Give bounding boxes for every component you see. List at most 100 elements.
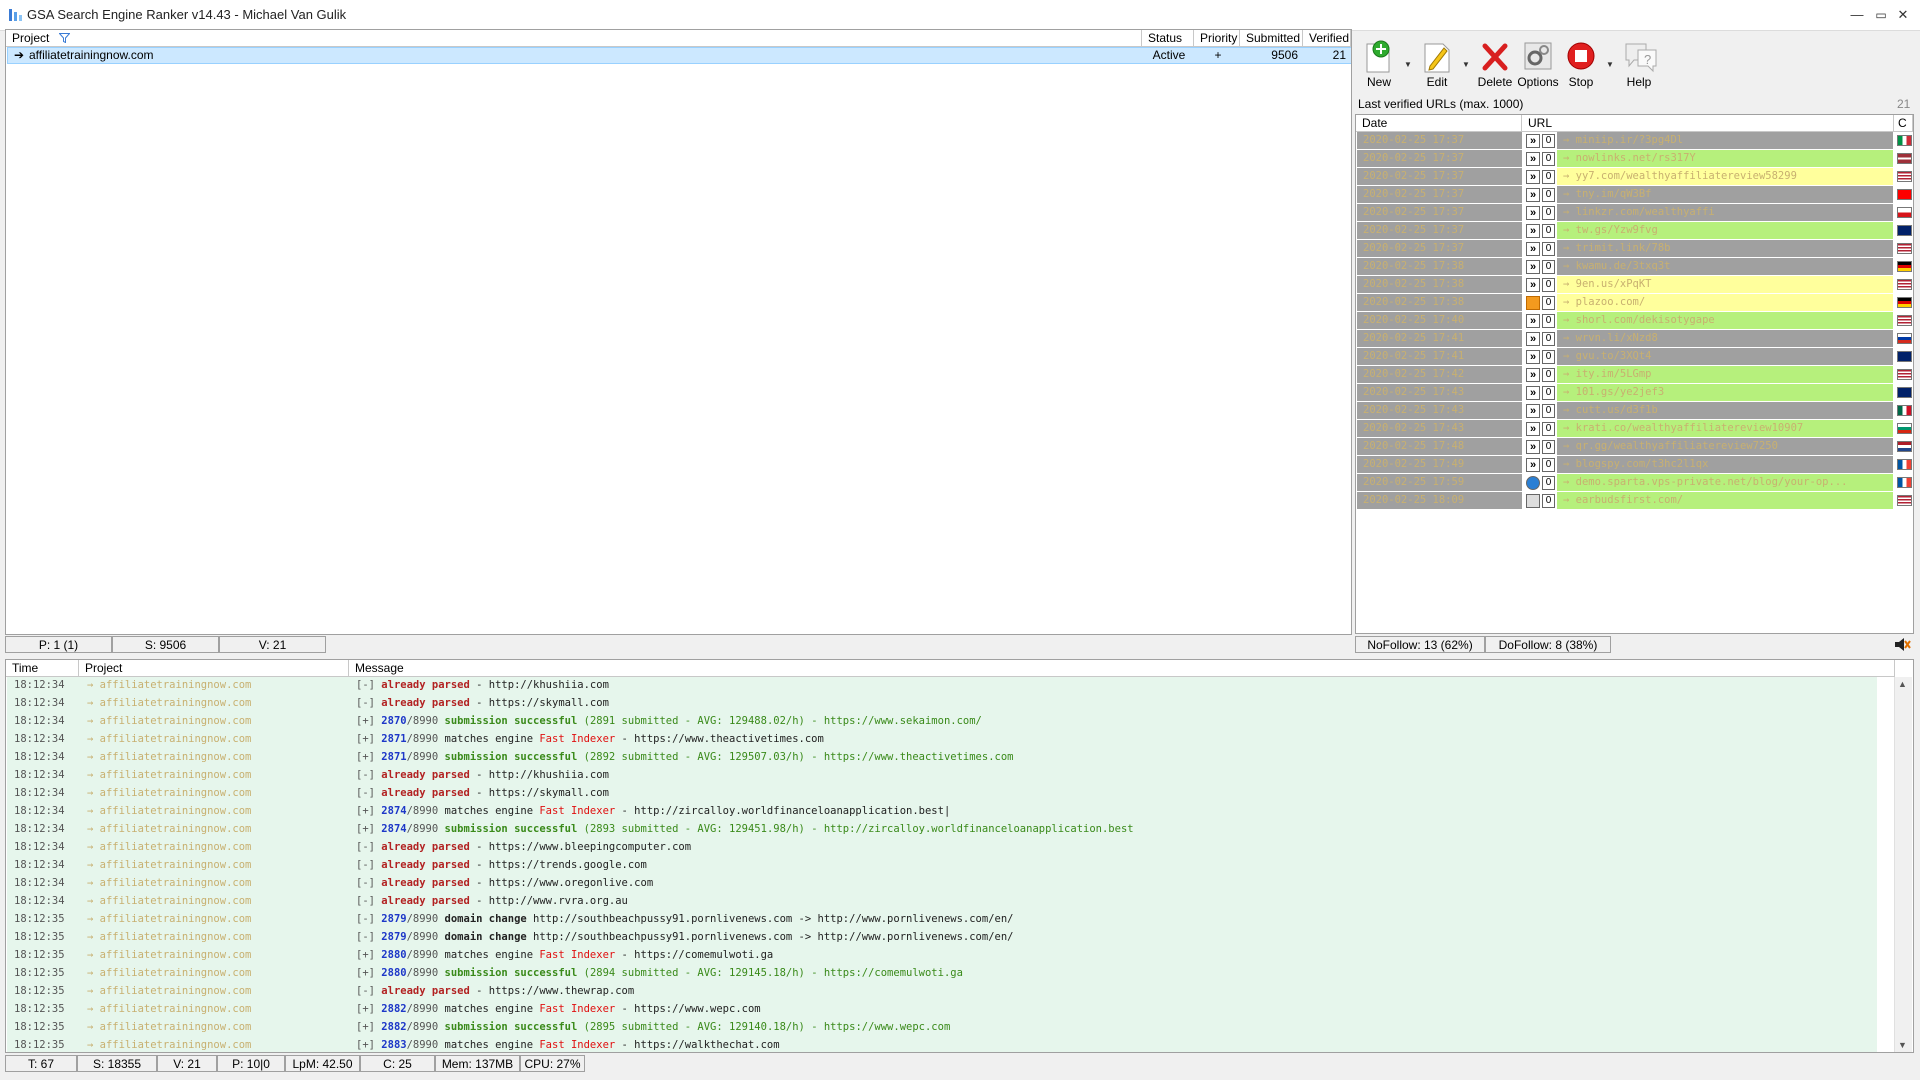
- stop-dropdown-icon[interactable]: ▼: [1606, 60, 1614, 69]
- log-message-part: - https://skymall.com: [469, 787, 609, 799]
- url-text[interactable]: → kwamu.de/3txq3t: [1563, 260, 1670, 272]
- url-text[interactable]: → earbudsfirst.com/: [1563, 494, 1683, 506]
- url-row[interactable]: 2020-02-25 17:37 » 0 → linkzr.com/wealthyaf…: [1357, 204, 1913, 222]
- log-row: 18:12:35 → affiliatetrainingnow.com [-] 28…: [7, 929, 1877, 947]
- url-row[interactable]: 2020-02-25 17:37 » 0 → tw.gs/Yzw9fvg: [1357, 222, 1913, 240]
- options-button[interactable]: Options: [1515, 40, 1561, 89]
- log-message-part: (2895 submitted - AVG: 129140.18/h) - ht…: [577, 1021, 951, 1033]
- url-text[interactable]: → gvu.to/3XQt4: [1563, 350, 1652, 362]
- url-text[interactable]: → yy7.com/wealthyaffiliatereview58299: [1563, 170, 1797, 182]
- url-row[interactable]: 2020-02-25 17:43 » 0 → 101.gs/ye2jef3: [1357, 384, 1913, 402]
- new-button[interactable]: New: [1356, 40, 1402, 89]
- url-text[interactable]: → cutt.us/d3f1b: [1563, 404, 1658, 416]
- filter-icon[interactable]: [58, 33, 71, 44]
- log-message-part: matches engine: [444, 733, 540, 745]
- url-row[interactable]: 2020-02-25 17:43 » 0 → cutt.us/d3f1b: [1357, 402, 1913, 420]
- url-row[interactable]: 2020-02-25 17:37 » 0 → tny.im/qW3Bf: [1357, 186, 1913, 204]
- dofollow-count: DoFollow: 8 (38%): [1485, 636, 1611, 653]
- url-row[interactable]: 2020-02-25 17:38 » 0 → kwamu.de/3txq3t: [1357, 258, 1913, 276]
- log-project: → affiliatetrainingnow.com: [87, 715, 252, 727]
- flag-mexico-icon: [1897, 405, 1912, 416]
- delete-button[interactable]: Delete: [1472, 40, 1518, 89]
- url-row[interactable]: 2020-02-25 17:37 » 0 → yy7.com/wealthyaffil…: [1357, 168, 1913, 186]
- column-header-project[interactable]: Project: [6, 30, 1142, 47]
- edit-button[interactable]: Edit: [1414, 40, 1460, 89]
- url-row[interactable]: 2020-02-25 17:49 » 0 → blogspy.com/t3hc2l1q…: [1357, 456, 1913, 474]
- url-row[interactable]: 2020-02-25 17:42 » 0 → ity.im/5LGmp: [1357, 366, 1913, 384]
- url-text[interactable]: → qr.gg/wealthyaffiliatereview7250: [1563, 440, 1778, 452]
- scroll-down-icon[interactable]: ▼: [1898, 1040, 1907, 1050]
- double-chevron-icon: »: [1526, 242, 1540, 256]
- url-row[interactable]: 2020-02-25 17:41 » 0 → gvu.to/3XQt4: [1357, 348, 1913, 366]
- url-row[interactable]: 2020-02-25 17:43 » 0 → krati.co/wealthyaffi…: [1357, 420, 1913, 438]
- zero-badge-icon: 0: [1542, 170, 1555, 184]
- log-message: [-] already parsed - http://khushiia.com: [356, 769, 609, 781]
- url-text[interactable]: → demo.sparta.vps-private.net/blog/your-…: [1563, 476, 1847, 488]
- url-row[interactable]: 2020-02-25 18:09 0 → earbudsfirst.com/: [1357, 492, 1913, 510]
- url-text[interactable]: → blogspy.com/t3hc2l1qx: [1563, 458, 1708, 470]
- stop-button[interactable]: Stop: [1558, 40, 1604, 89]
- log-message-part: (2891 submitted - AVG: 129488.02/h) - ht…: [577, 715, 982, 727]
- zero-badge-icon: 0: [1542, 206, 1555, 220]
- url-text[interactable]: → miniip.ir/?3pg4Dl: [1563, 134, 1683, 146]
- url-text[interactable]: → ity.im/5LGmp: [1563, 368, 1652, 380]
- column-header-submitted[interactable]: Submitted: [1240, 30, 1303, 47]
- help-button[interactable]: ? Help: [1616, 40, 1662, 89]
- flag-uk-icon: [1897, 351, 1912, 362]
- log-row: 18:12:34 → affiliatetrainingnow.com [-] al…: [7, 839, 1877, 857]
- flag-usa-icon: [1897, 171, 1912, 182]
- url-text[interactable]: → nowlinks.net/rs317Y: [1563, 152, 1696, 164]
- url-text[interactable]: → shorl.com/dekisotygape: [1563, 314, 1715, 326]
- log-message-part: 2882: [381, 1021, 407, 1033]
- scroll-up-icon[interactable]: ▲: [1898, 679, 1907, 689]
- zero-badge-icon: 0: [1542, 188, 1555, 202]
- url-row[interactable]: 2020-02-25 17:59 0 → demo.sparta.vps-priva…: [1357, 474, 1913, 492]
- help-icon: ?: [1625, 43, 1657, 73]
- zero-badge-icon: 0: [1542, 422, 1555, 436]
- url-row[interactable]: 2020-02-25 17:38 0 → plazoo.com/: [1357, 294, 1913, 312]
- column-header-status[interactable]: Status: [1142, 30, 1194, 47]
- close-icon[interactable]: ✕: [1880, 0, 1920, 30]
- log-time: 18:12:35: [14, 931, 65, 943]
- column-header-verified[interactable]: Verified: [1303, 30, 1351, 47]
- app-icon: [9, 9, 22, 21]
- column-header-date[interactable]: Date: [1356, 115, 1522, 132]
- edit-dropdown-icon[interactable]: ▼: [1462, 60, 1470, 69]
- zero-badge-icon: 0: [1542, 260, 1555, 274]
- column-header-country[interactable]: C: [1894, 115, 1913, 132]
- url-text[interactable]: → tw.gs/Yzw9fvg: [1563, 224, 1658, 236]
- column-header-message[interactable]: Message: [349, 660, 1895, 677]
- sound-mute-icon[interactable]: [1893, 636, 1911, 653]
- column-header-time[interactable]: Time: [6, 660, 79, 677]
- project-verified-count: V: 21: [219, 636, 326, 653]
- links-per-minute: LpM: 42.50: [285, 1055, 360, 1072]
- url-row[interactable]: 2020-02-25 17:37 » 0 → miniip.ir/?3pg4Dl: [1357, 132, 1913, 150]
- log-time: 18:12:34: [14, 715, 65, 727]
- url-row[interactable]: 2020-02-25 17:37 » 0 → trimit.link/78b: [1357, 240, 1913, 258]
- log-message: [+] 2880/8990 submission successful (289…: [356, 967, 963, 979]
- log-project: → affiliatetrainingnow.com: [87, 895, 252, 907]
- url-row[interactable]: 2020-02-25 17:48 » 0 → qr.gg/wealthyaffilia…: [1357, 438, 1913, 456]
- url-text[interactable]: → linkzr.com/wealthyaffi: [1563, 206, 1715, 218]
- url-date: 2020-02-25 17:37: [1363, 152, 1465, 164]
- new-dropdown-icon[interactable]: ▼: [1404, 60, 1412, 69]
- zero-badge-icon: 0: [1542, 440, 1555, 454]
- url-text[interactable]: → plazoo.com/: [1563, 296, 1645, 308]
- log-scrollbar[interactable]: ▲ ▼: [1894, 677, 1912, 1052]
- url-text[interactable]: → krati.co/wealthyaffiliatereview10907: [1563, 422, 1803, 434]
- column-header-priority[interactable]: Priority: [1194, 30, 1240, 47]
- url-row[interactable]: 2020-02-25 17:38 » 0 → 9en.us/xPqKT: [1357, 276, 1913, 294]
- url-text[interactable]: → tny.im/qW3Bf: [1563, 188, 1652, 200]
- url-text[interactable]: → wrvn.li/xNzd8: [1563, 332, 1658, 344]
- url-row[interactable]: 2020-02-25 17:41 » 0 → wrvn.li/xNzd8: [1357, 330, 1913, 348]
- url-row[interactable]: 2020-02-25 17:37 » 0 → nowlinks.net/rs317Y: [1357, 150, 1913, 168]
- project-row[interactable]: ➔ affiliatetrainingnow.com Active + 9506…: [7, 47, 1351, 64]
- project-arrow-icon: ➔: [14, 48, 25, 62]
- url-text[interactable]: → 9en.us/xPqKT: [1563, 278, 1652, 290]
- url-date: 2020-02-25 17:38: [1363, 296, 1465, 308]
- url-text[interactable]: → trimit.link/78b: [1563, 242, 1670, 254]
- column-header-log-project[interactable]: Project: [79, 660, 349, 677]
- column-header-url[interactable]: URL: [1522, 115, 1894, 132]
- url-text[interactable]: → 101.gs/ye2jef3: [1563, 386, 1664, 398]
- url-row[interactable]: 2020-02-25 17:40 » 0 → shorl.com/dekisotyga…: [1357, 312, 1913, 330]
